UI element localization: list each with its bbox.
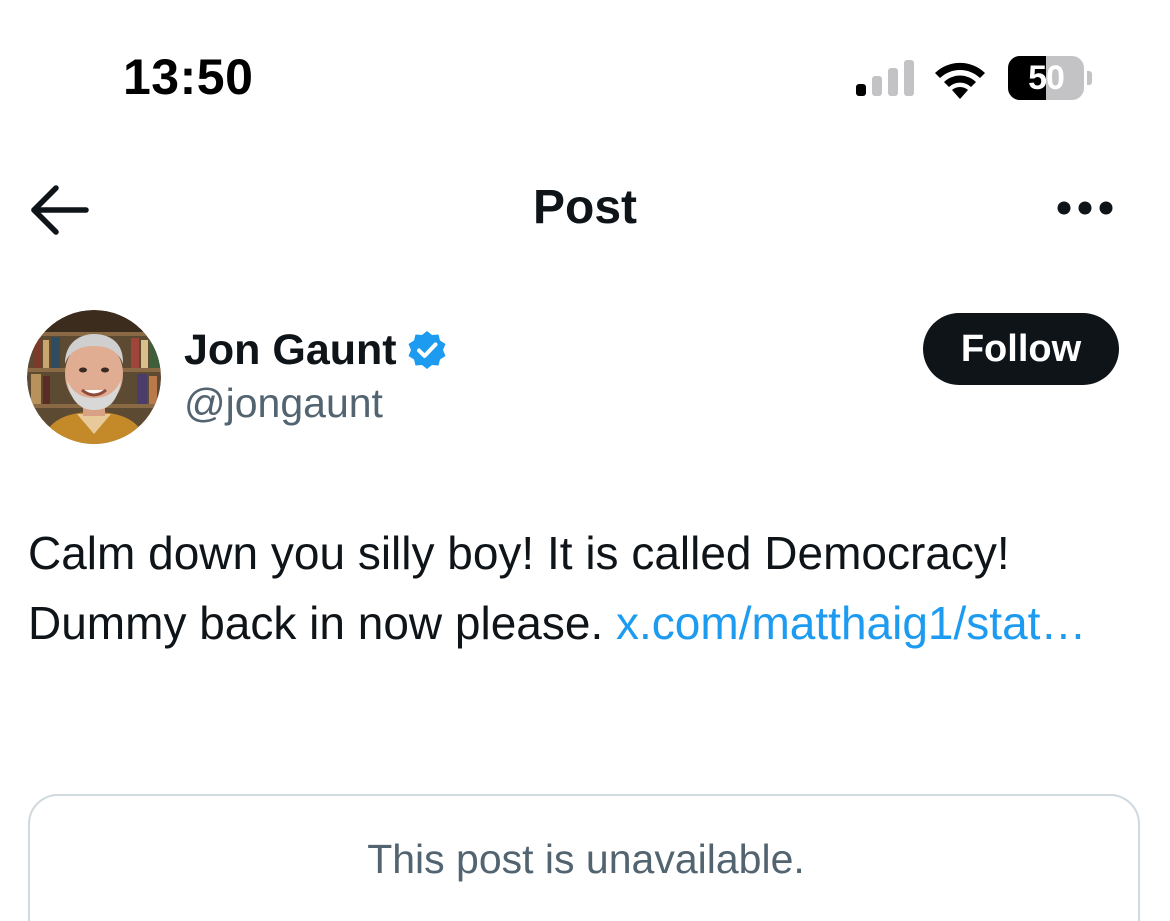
wifi-icon xyxy=(935,62,985,99)
signal-icon xyxy=(856,60,914,96)
page-title: Post xyxy=(532,181,637,234)
nav-header: Post xyxy=(0,160,1170,260)
avatar[interactable] xyxy=(27,310,161,444)
status-bar: 13:50 50 xyxy=(0,0,1170,150)
quoted-post-card: This post is unavailable. xyxy=(28,794,1140,921)
more-options-icon[interactable] xyxy=(1050,188,1120,228)
follow-button[interactable]: Follow xyxy=(923,313,1119,385)
status-time: 13:50 xyxy=(123,49,254,105)
author-handle[interactable]: @jongaunt xyxy=(184,380,383,427)
battery-body: 50 xyxy=(1008,56,1084,100)
battery-tip xyxy=(1087,71,1092,85)
post-link[interactable]: x.com/matthaig1/​stat… xyxy=(616,597,1086,649)
unavailable-message: This post is unavailable. xyxy=(367,836,805,882)
author-name-row: Jon Gaunt xyxy=(184,322,447,378)
battery-icon: 50 xyxy=(1008,56,1092,100)
author-name[interactable]: Jon Gaunt xyxy=(184,326,397,375)
post-screen: 13:50 50 Post Jon Gaunt @jongaunt Follow… xyxy=(0,0,1170,921)
post-text: Calm down you silly boy! It is called De… xyxy=(28,518,1138,658)
battery-level: 50 xyxy=(1028,59,1065,97)
verified-badge-icon xyxy=(408,331,446,369)
